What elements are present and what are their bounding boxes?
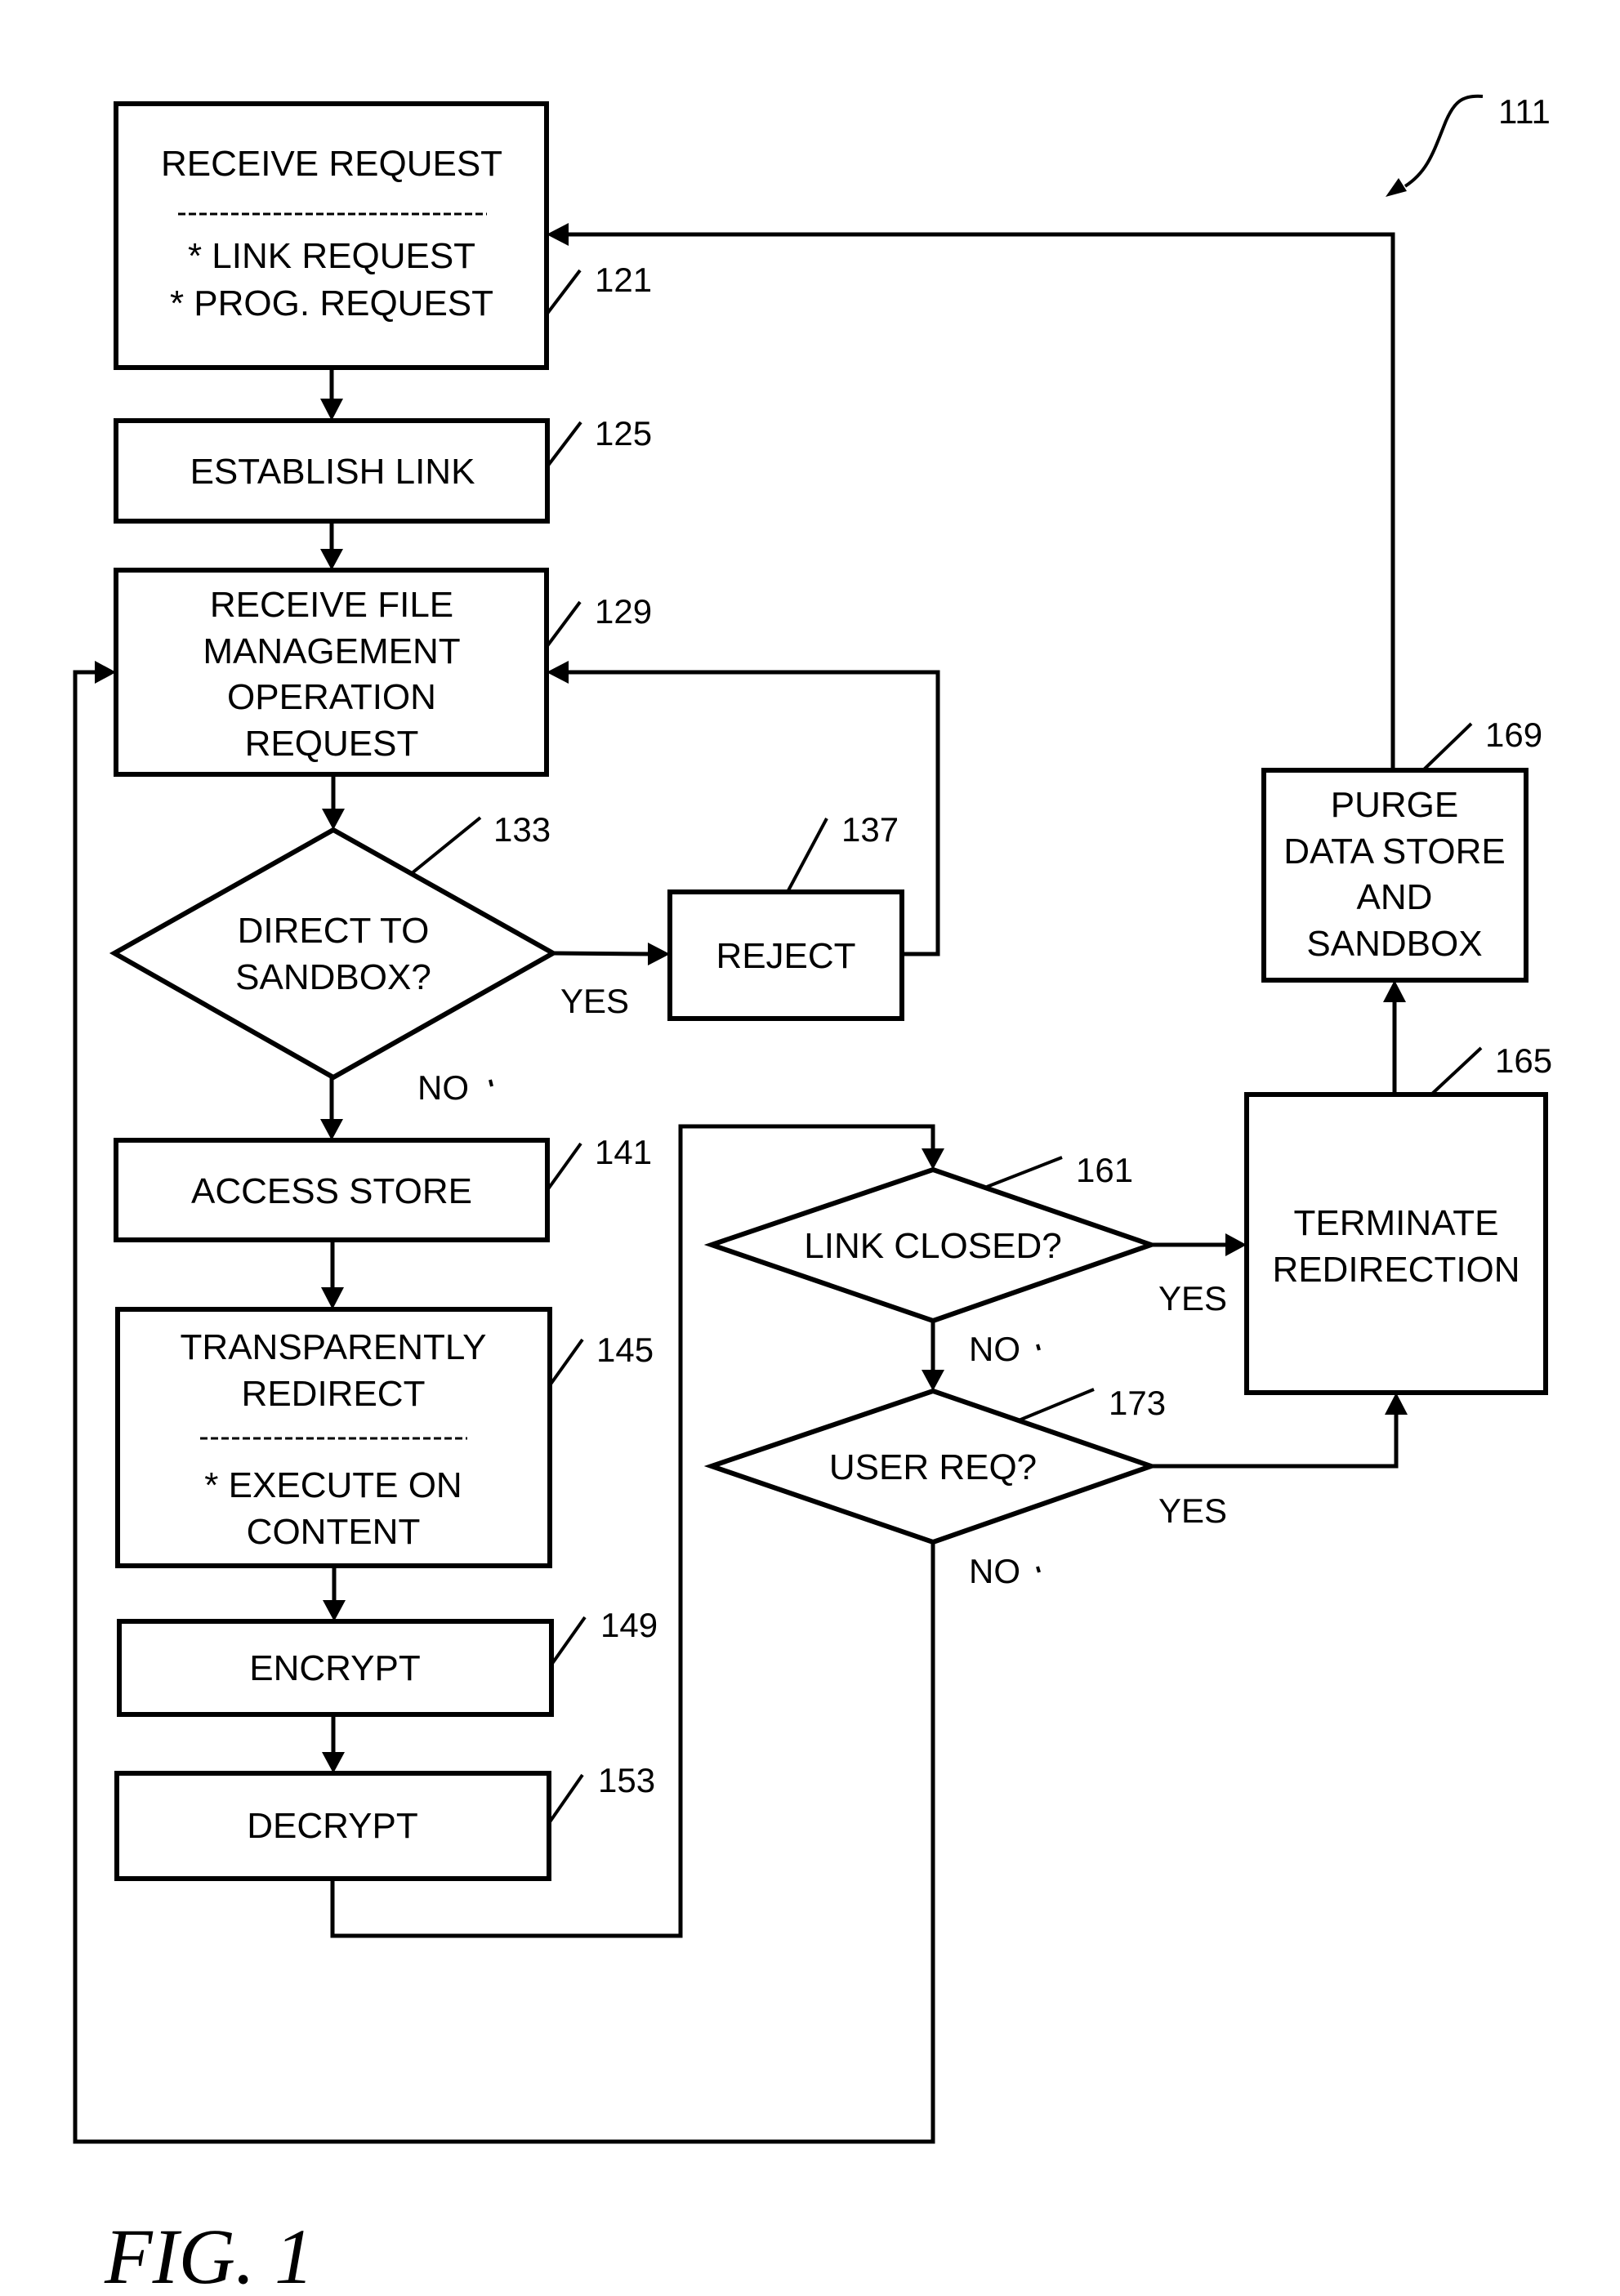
arrowhead [547,661,569,684]
step-121-item: * PROG. REQUEST [170,283,493,323]
decision-161-label: LINK CLOSED? [804,1226,1061,1266]
connector-173-165-yes [1151,1411,1399,1469]
arrowhead [922,1148,944,1170]
leader-129 [545,600,582,649]
step-169-label: AND [1357,877,1433,917]
step-165-label: TERMINATE [1294,1203,1499,1243]
arrowhead [1225,1233,1247,1256]
step-145-label: TRANSPARENTLY [181,1327,487,1367]
step-121-title: RECEIVE REQUEST [161,144,502,184]
ref-165: 165 [1495,1041,1552,1080]
step-149-label: ENCRYPT [249,1648,420,1688]
leader-161 [986,1156,1063,1188]
decision-161-no-label: NO [969,1330,1020,1368]
step-145-label: REDIRECT [242,1374,426,1414]
ref-145: 145 [596,1331,654,1369]
arrowhead [1385,1393,1408,1415]
ref-137: 137 [841,810,899,849]
arrowhead [922,1370,944,1391]
leader-121 [545,269,582,316]
step-141-label: ACCESS STORE [191,1171,472,1211]
decision-133-yes-label: YES [560,982,629,1020]
arrowhead [321,1287,344,1309]
decision-133-no-label: NO [417,1068,469,1107]
connector-169-121 [565,232,1395,770]
step-145-item: * EXECUTE ON [204,1465,462,1505]
ref-169: 169 [1485,716,1542,754]
arrowhead [320,549,343,570]
leader-173 [1018,1388,1095,1422]
ref-125: 125 [595,414,652,453]
arrowhead [322,1752,345,1773]
flowchart: RECEIVE REQUEST * LINK REQUEST * PROG. R… [73,92,1552,2296]
decision-133-label: SANDBOX? [235,957,431,997]
step-153-label: DECRYPT [247,1806,417,1846]
reference-111-arrowhead [1386,178,1407,197]
step-129-label: MANAGEMENT [203,631,460,671]
step-145-item: CONTENT [247,1512,421,1552]
leader-141 [546,1142,582,1192]
ref-111: 111 [1498,92,1551,131]
no-tick-mark [489,1079,493,1087]
decision-173-no-label: NO [969,1552,1020,1590]
step-165-box [1244,1092,1548,1395]
figure-caption: FIG. 1 [104,2213,314,2296]
leader-149 [550,1616,587,1666]
arrowhead [322,809,345,830]
no-tick-mark [1036,1344,1041,1351]
no-tick-mark [1036,1566,1041,1573]
step-129-label: REQUEST [245,724,419,764]
leader-137 [786,818,828,893]
leader-153 [547,1773,584,1825]
step-121-item: * LINK REQUEST [188,236,475,276]
ref-153: 153 [598,1761,655,1799]
leader-145 [548,1338,584,1387]
arrowhead [320,1119,343,1140]
step-137-label: REJECT [716,936,855,976]
arrowhead [320,399,343,421]
connector-133-137-yes [552,951,654,956]
arrowhead [323,1600,346,1621]
decision-173-yes-label: YES [1158,1491,1227,1530]
ref-173: 173 [1109,1384,1166,1422]
reference-111-curve [1404,94,1484,188]
arrowhead [547,223,569,246]
step-169-label: SANDBOX [1306,924,1482,964]
step-165-label: REDIRECTION [1272,1250,1520,1290]
step-125-label: ESTABLISH LINK [190,452,475,492]
ref-149: 149 [600,1606,658,1644]
arrowhead [95,661,116,684]
step-129-label: OPERATION [227,677,436,717]
decision-161-yes-label: YES [1158,1279,1227,1317]
ref-133: 133 [493,810,551,849]
leader-133 [409,816,482,876]
arrowhead [1383,980,1406,1002]
step-129-label: RECEIVE FILE [210,585,453,625]
ref-141: 141 [595,1133,652,1171]
leader-169 [1421,722,1473,772]
ref-121: 121 [595,261,652,299]
decision-173-label: USER REQ? [829,1447,1037,1487]
decision-133-label: DIRECT TO [238,911,430,951]
ref-161: 161 [1076,1151,1133,1189]
arrowhead [648,943,670,965]
step-169-label: DATA STORE [1283,831,1505,872]
ref-129: 129 [595,592,652,631]
decision-133-diamond [109,827,559,1081]
leader-125 [546,421,582,468]
leader-165 [1430,1046,1483,1096]
step-169-label: PURGE [1331,785,1458,825]
